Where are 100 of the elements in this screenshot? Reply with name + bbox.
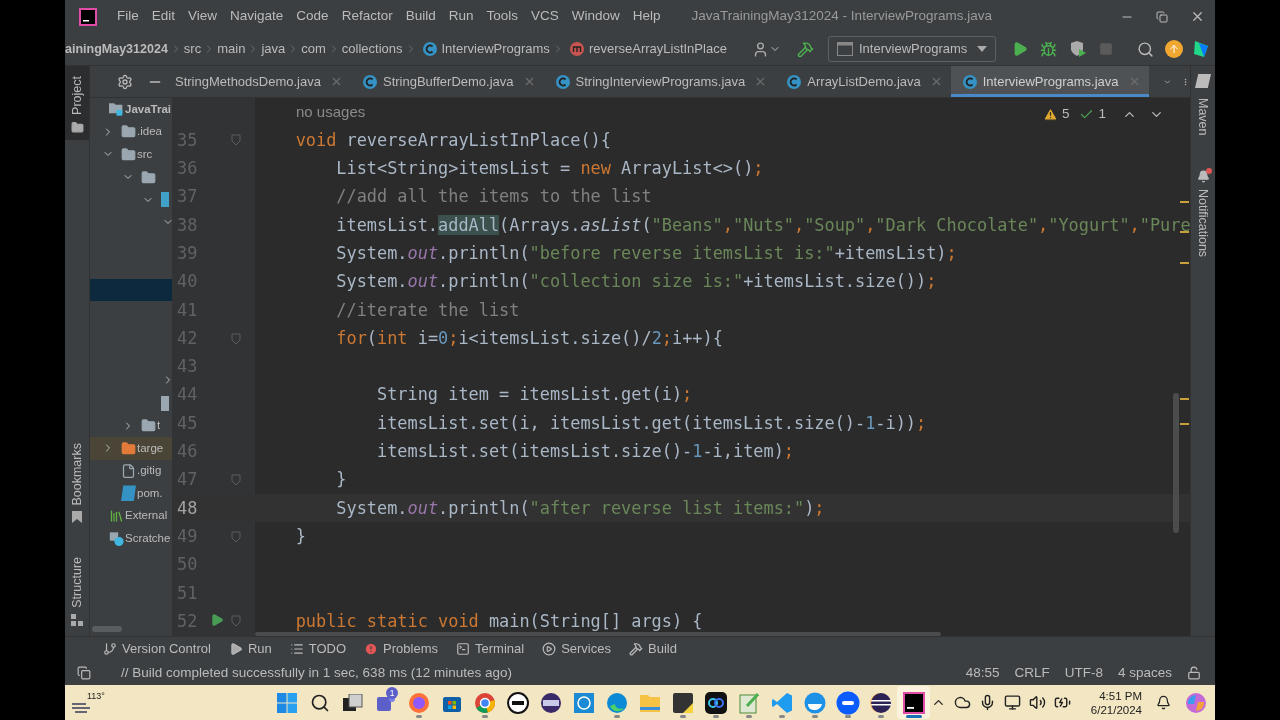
menu-item[interactable]: Run [448,6,474,27]
editor-tab[interactable]: StringInterviewPrograms.java [543,66,776,97]
editor-tab[interactable]: StringMethodsDemo.java [172,66,351,97]
menu-item[interactable]: Refactor [341,6,393,27]
tool-window-button[interactable]: Services [542,639,611,659]
debug-icon[interactable] [1040,40,1057,58]
running-indicator [613,715,620,718]
run-configuration-dropdown[interactable]: InterviewPrograms [828,36,996,62]
code-line: public static void main(String[] args) { [294,609,703,633]
hammer-icon[interactable] [797,40,814,58]
restore-icon[interactable] [1156,10,1168,23]
code-line: itemsList.set(itemsList.size()-1-i,item); [376,440,794,464]
copilot-icon[interactable] [1185,691,1207,714]
tool-window-label[interactable]: Structure [67,557,87,608]
breadcrumb[interactable]: src [183,39,202,59]
user-icon[interactable] [752,40,769,58]
coverage-icon[interactable] [1069,40,1087,58]
status-item[interactable]: 4 spaces [1117,662,1172,684]
hammer-icon [629,642,643,656]
scrollbar-thumb[interactable] [92,626,122,632]
menu-item[interactable]: File [117,6,139,27]
breadcrumb[interactable]: java [261,39,286,59]
layout-icon[interactable] [77,666,91,680]
menu-item[interactable]: Tools [486,6,518,27]
status-item[interactable]: 48:55 [965,662,1000,684]
tool-window-label[interactable]: Maven [1193,98,1213,136]
fold-icon[interactable] [231,530,241,543]
clock-time[interactable]: 4:51 PM [1099,688,1142,703]
fold-icon[interactable] [231,615,241,628]
tool-window-button[interactable]: Version Control [103,639,211,659]
check-count[interactable]: 1 [1098,104,1106,125]
close-icon[interactable] [1190,9,1205,24]
editor-tab[interactable]: InterviewPrograms.java [950,66,1149,97]
branch-icon [103,642,117,656]
search-icon[interactable] [1137,40,1154,58]
update-icon[interactable] [1165,40,1183,58]
project-folder-icon [109,101,124,118]
menu-item[interactable]: Navigate [230,6,284,27]
running-indicator [877,715,884,718]
tool-window-button[interactable]: Problems [364,639,438,659]
menu-item[interactable]: Help [632,6,661,27]
status-message[interactable]: // Build completed successfully in 1 sec, 638 ms (12 minutes ago) [121,662,512,684]
running-indicator [679,715,686,718]
volume-icon[interactable] [1028,694,1046,711]
menu-item[interactable]: Code [296,6,329,27]
breadcrumb[interactable]: collections [341,39,403,59]
file-icon [161,395,169,411]
logo-icon[interactable] [1193,40,1209,58]
folder-icon[interactable] [70,120,84,134]
bookmark-icon[interactable] [72,511,82,524]
menu-item[interactable]: Edit [151,6,176,27]
menu-item[interactable]: VCS [531,6,559,27]
bell-icon[interactable] [1196,169,1210,183]
tree-row[interactable]: targe [90,436,172,460]
run-icon[interactable] [1012,41,1028,57]
tool-window-button[interactable]: Terminal [456,639,525,659]
taskbar-button[interactable] [897,686,930,719]
taskview-icon [342,693,363,712]
breadcrumb[interactable]: ainingMay312024 [65,39,168,59]
code-line: } [294,524,306,548]
tool-window-label[interactable]: Bookmarks [67,442,87,506]
tool-window-label[interactable]: Notifications [1193,188,1213,257]
files-icon [638,692,661,713]
menu-item[interactable]: Build [405,6,436,27]
network-icon[interactable] [1003,694,1021,711]
unlocked-icon[interactable] [1187,666,1201,680]
clock-date[interactable]: 6/21/2024 [1090,702,1142,717]
warning-count[interactable]: 5 [1061,104,1070,125]
app-logo-icon[interactable] [79,7,97,26]
run-icon[interactable] [210,613,224,628]
code-line: System.out.println("before reverse itemsList is:"+itemsList); [335,241,957,265]
breadcrumb[interactable]: reverseArrayListInPlace [588,39,727,59]
structure-icon[interactable] [71,614,83,626]
fold-icon[interactable] [231,332,241,345]
editor-tab[interactable]: StringBufferDemo.java [350,66,544,97]
usage-hint[interactable]: no usages [296,100,366,124]
status-item[interactable]: UTF-8 [1064,662,1103,684]
editor-tab[interactable]: ArrayListDemo.java [775,66,951,97]
file-icon [121,462,136,479]
menu-item[interactable]: Window [571,6,620,27]
notification-bell-icon[interactable] [1156,695,1171,710]
menu-item[interactable]: View [188,6,218,27]
tool-window-button[interactable]: Run [228,639,272,659]
breadcrumb[interactable]: com [301,39,326,59]
cloud-icon[interactable] [953,694,971,711]
breadcrumb[interactable]: InterviewPrograms [441,39,550,59]
status-item[interactable]: CRLF [1014,662,1050,684]
tool-window-button[interactable]: Build [629,639,677,659]
code-line: //iterate the list [335,298,520,322]
breadcrumb[interactable]: main [217,39,246,59]
scrollbar-thumb[interactable] [1173,393,1179,533]
folder-icon [141,418,156,434]
tool-window-button[interactable]: TODO [289,639,347,659]
running-indicator [844,715,851,718]
warning-icon[interactable] [1042,106,1058,122]
settings-icon[interactable] [117,73,133,90]
fold-icon[interactable] [231,134,241,147]
taskbar-button[interactable]: 1 [369,686,402,719]
fold-icon[interactable] [231,474,241,486]
temperature[interactable]: 113° [87,689,105,703]
